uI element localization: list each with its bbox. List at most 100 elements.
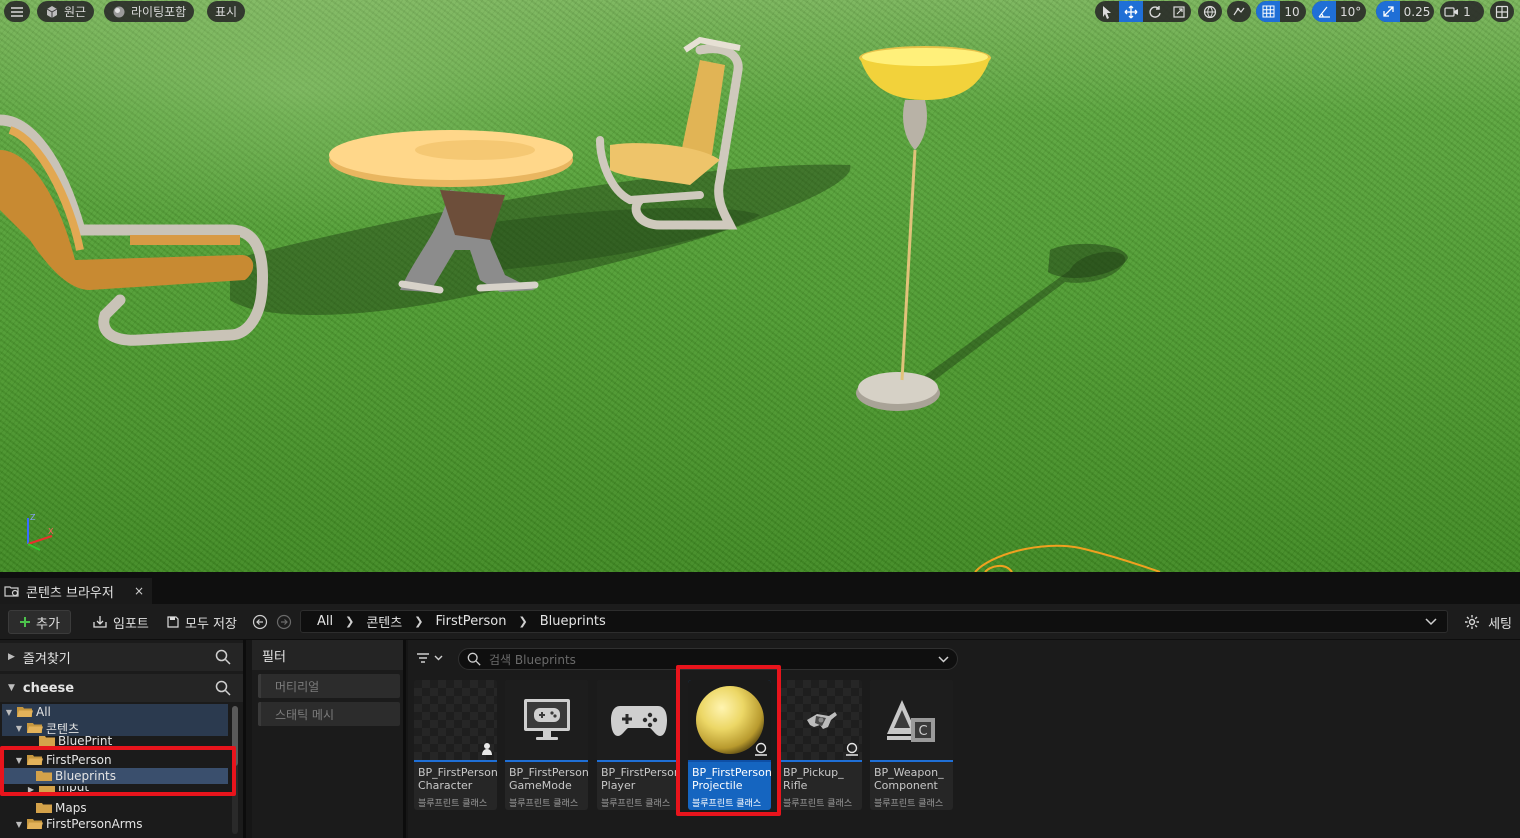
tree-item-input[interactable]: ▶ Input	[2, 786, 228, 794]
show-button[interactable]: 표시	[207, 1, 246, 22]
viewport-layout-button[interactable]	[1490, 1, 1514, 22]
import-button[interactable]: 임포트	[86, 610, 155, 634]
chevron-down-icon[interactable]: ▼	[14, 756, 24, 765]
search-icon[interactable]	[215, 680, 231, 696]
history-forward-button[interactable]	[274, 610, 294, 634]
select-mode-button[interactable]	[1095, 1, 1119, 22]
tree-item-blueprints[interactable]: Blueprints	[2, 768, 228, 784]
asset-tile-pickup-rifle[interactable]: BP_Pickup_ Rifle 블루프린트 클래스	[779, 680, 862, 810]
surface-snap-toggle[interactable]	[1227, 1, 1251, 22]
grid-icon	[1262, 5, 1274, 18]
chevron-down-icon: ▼	[8, 683, 15, 693]
breadcrumb-all[interactable]: All	[309, 614, 341, 629]
scale-snap-icon	[1382, 6, 1394, 17]
monitor-gamepad-icon	[523, 699, 570, 740]
floor-lamp	[856, 46, 991, 411]
forward-arrow-icon	[276, 614, 292, 630]
tree-item-label: Input	[58, 786, 90, 794]
translate-mode-button[interactable]	[1119, 1, 1143, 22]
breadcrumb-blueprints[interactable]: Blueprints	[532, 614, 614, 629]
viewport-menu-button[interactable]	[4, 1, 30, 22]
close-icon[interactable]: ×	[134, 584, 144, 598]
project-header[interactable]: ▼ cheese	[0, 674, 243, 702]
content-browser-tabbar: 콘텐츠 브라우저 ×	[0, 572, 1520, 604]
breadcrumb-firstperson[interactable]: FirstPerson	[427, 614, 514, 629]
cursor-icon	[1103, 5, 1111, 19]
save-all-button[interactable]: 모두 저장	[160, 610, 243, 634]
scale-snap-value: 0.25	[1403, 4, 1431, 19]
chevron-down-icon[interactable]	[1425, 617, 1437, 626]
asset-type: 블루프린트 클래스	[783, 799, 853, 809]
settings-button[interactable]: 세팅	[1464, 610, 1512, 634]
asset-tile-firstperson-gamemode[interactable]: BP_FirstPerson GameMode 블루프린트 클래스	[505, 680, 588, 810]
save-icon	[167, 616, 179, 628]
project-label: cheese	[22, 680, 75, 696]
rotate-mode-button[interactable]	[1143, 1, 1167, 22]
add-button[interactable]: 추가	[8, 610, 71, 634]
asset-type: 블루프린트 클래스	[509, 799, 579, 809]
asset-name: BP_Weapon_ Component	[874, 766, 944, 792]
chevron-down-icon[interactable]: ▼	[14, 724, 24, 733]
folder-open-icon	[17, 707, 33, 717]
asset-name: BP_FirstPerson Player	[601, 766, 680, 792]
scale-mode-button[interactable]	[1167, 1, 1191, 22]
grid-snap-control[interactable]: 10	[1256, 1, 1306, 22]
tree-item-all[interactable]: ▼ All	[2, 704, 228, 720]
tree-item-firstpersonarms[interactable]: ▼ FirstPersonArms	[2, 816, 228, 832]
chevron-down-icon[interactable]: ▼	[4, 708, 14, 717]
filter-chip-static-mesh[interactable]: 스태틱 메시	[258, 702, 400, 726]
svg-text:X: X	[48, 527, 54, 536]
folder-icon	[39, 786, 55, 793]
level-viewport[interactable]: 원근 라이팅포함 표시 10 10° 0.25 1 Z X	[0, 0, 1520, 572]
tree-item-label: Blueprints	[55, 769, 117, 783]
content-browser: 콘텐츠 브라우저 × 추가 임포트 모두 저장 All ❯ 콘텐츠 ❯ Firs…	[0, 572, 1520, 838]
chevron-down-icon[interactable]: ▼	[14, 820, 24, 829]
asset-tile-firstperson-projectile[interactable]: BP_FirstPerson Projectile 블루프린트 클래스	[688, 680, 771, 810]
perspective-label: 원근	[64, 5, 87, 19]
import-icon	[93, 616, 107, 628]
asset-view: 검색 Blueprints BP_FirstPerson Character 블…	[408, 640, 1520, 838]
world-local-toggle[interactable]	[1198, 1, 1222, 22]
scale-snap-control[interactable]: 0.25	[1376, 1, 1434, 22]
tree-item-content[interactable]: ▼ 콘텐츠	[2, 720, 228, 736]
actor-icon	[755, 742, 767, 756]
asset-tile-firstperson-character[interactable]: BP_FirstPerson Character 블루프린트 클래스	[414, 680, 497, 810]
rotation-snap-control[interactable]: 10°	[1312, 1, 1366, 22]
tree-item-label: 콘텐츠	[46, 721, 80, 736]
search-icon	[467, 652, 481, 666]
lighting-mode-label: 라이팅포함	[131, 5, 187, 19]
show-label: 표시	[215, 5, 238, 19]
content-browser-tab[interactable]: 콘텐츠 브라우저 ×	[0, 578, 152, 604]
tree-item-label: FirstPersonArms	[46, 817, 143, 831]
tree-item-blueprint-folder[interactable]: BluePrint	[2, 736, 228, 746]
folder-open-icon	[27, 723, 43, 733]
breadcrumb-content[interactable]: 콘텐츠	[358, 612, 410, 631]
asset-tile-weapon-component[interactable]: C BP_Weapon_ Component 블루프린트 클래스	[870, 680, 953, 810]
favorites-header[interactable]: ▶ 즐겨찾기	[0, 643, 243, 671]
tree-scrollbar[interactable]	[232, 706, 238, 834]
tree-item-maps[interactable]: Maps	[2, 800, 228, 816]
gamepad-icon	[610, 706, 667, 736]
camera-speed-control[interactable]: 1	[1440, 1, 1484, 22]
history-back-button[interactable]	[250, 610, 270, 634]
chevron-right-icon[interactable]: ❯	[410, 615, 427, 628]
chevron-right-icon[interactable]: ❯	[341, 615, 358, 628]
perspective-button[interactable]: 원근	[37, 1, 95, 22]
lounge-chair-left	[0, 114, 269, 346]
lighting-mode-button[interactable]: 라이팅포함	[104, 1, 195, 22]
asset-thumbnail: C	[870, 680, 953, 760]
asset-search-input[interactable]: 검색 Blueprints	[458, 648, 958, 670]
search-icon[interactable]	[215, 649, 231, 665]
asset-tile-firstperson-player[interactable]: BP_FirstPerson Player 블루프린트 클래스	[597, 680, 680, 810]
chevron-down-icon[interactable]	[938, 655, 949, 663]
viewport-toolbar: 원근 라이팅포함 표시 10 10° 0.25 1	[0, 0, 1520, 24]
chevron-right-icon[interactable]: ❯	[515, 615, 532, 628]
surface-snap-icon	[1233, 7, 1245, 15]
scale-icon	[1173, 5, 1185, 18]
tree-item-firstperson[interactable]: ▼ FirstPerson	[2, 752, 228, 768]
save-all-label: 모두 저장	[185, 616, 237, 632]
axis-gizmo-icon: Z X	[27, 513, 54, 551]
filter-dropdown-button[interactable]	[416, 652, 443, 664]
add-label: 추가	[36, 616, 60, 632]
filter-chip-material[interactable]: 머티리얼	[258, 674, 400, 698]
